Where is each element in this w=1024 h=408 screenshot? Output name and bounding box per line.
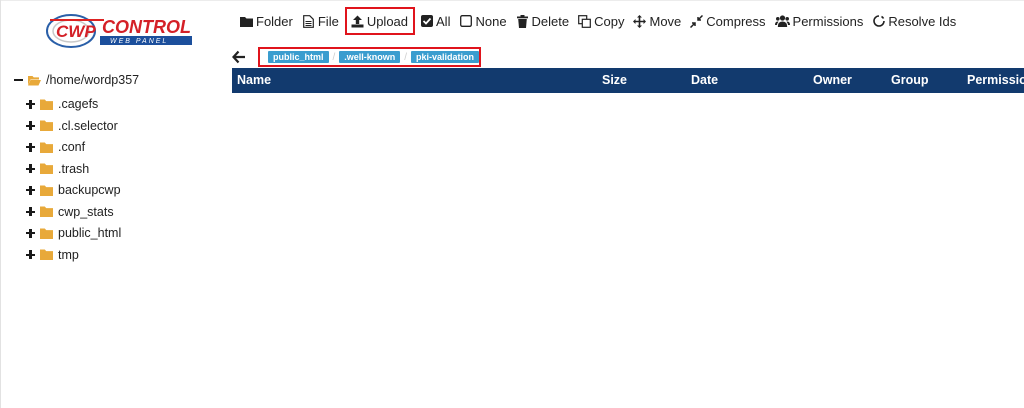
compress-icon <box>690 14 704 28</box>
users-icon <box>774 15 790 28</box>
upload-icon <box>351 15 364 28</box>
trash-icon <box>516 14 529 28</box>
tree-item-cwp-stats[interactable]: cwp_stats <box>26 202 114 222</box>
folder-icon <box>40 206 53 217</box>
folder-icon <box>40 163 53 174</box>
column-header-date[interactable]: Date <box>691 73 718 87</box>
delete-button[interactable]: Delete <box>512 9 575 33</box>
tree-item-public-html[interactable]: public_html <box>26 223 121 243</box>
folder-icon <box>40 185 53 196</box>
expand-plus-icon[interactable] <box>26 185 36 195</box>
column-header-group[interactable]: Group <box>891 73 929 87</box>
column-header-size[interactable]: Size <box>602 73 627 87</box>
circle-notch-icon <box>872 15 885 28</box>
tree-item-label: cwp_stats <box>58 204 114 219</box>
tree-item-tmp[interactable]: tmp <box>26 245 79 265</box>
logo-cwp-text: CWP <box>56 22 96 41</box>
folder-label: Folder <box>256 13 293 29</box>
folder-icon <box>40 228 53 239</box>
expand-plus-icon[interactable] <box>26 99 36 109</box>
delete-label: Delete <box>531 13 570 29</box>
permissions-label: Permissions <box>792 13 864 29</box>
move-label: Move <box>649 13 682 29</box>
cwp-logo: CWP CONTROL WEB PANEL <box>44 8 194 52</box>
column-header-name[interactable]: Name <box>237 73 271 87</box>
permissions-button[interactable]: Permissions <box>771 9 869 33</box>
tree-item-label: backupcwp <box>58 183 121 197</box>
file-table-header: Name Size Date Owner Group Permission <box>232 68 1024 93</box>
tree-item-cagefs[interactable]: .cagefs <box>26 94 98 114</box>
back-arrow-icon[interactable] <box>232 50 246 64</box>
breadcrumb: public_html / .well-known / pki-validati… <box>258 47 481 67</box>
copy-label: Copy <box>594 13 625 29</box>
none-label: None <box>475 13 507 29</box>
move-button[interactable]: Move <box>629 9 686 33</box>
select-none-button[interactable]: None <box>455 9 511 33</box>
frame-left-border <box>0 0 1 408</box>
frame-top-border <box>0 0 1024 1</box>
resolve-ids-button[interactable]: Resolve Ids <box>868 9 961 33</box>
tree-item-label: .trash <box>58 161 90 176</box>
copy-button[interactable]: Copy <box>574 9 629 33</box>
folder-open-icon <box>28 75 41 85</box>
empty-box-icon <box>459 15 472 28</box>
file-icon <box>302 14 315 28</box>
tree-item-cl-selector[interactable]: .cl.selector <box>26 116 118 136</box>
folder-icon <box>240 15 253 28</box>
copy-icon <box>578 14 592 28</box>
tree-item-conf[interactable]: .conf <box>26 137 85 157</box>
tree-item-label: .cl.selector <box>58 118 118 133</box>
breadcrumb-item-well-known[interactable]: .well-known <box>339 51 401 63</box>
file-toolbar: Folder File Upload All None Delete Copy … <box>236 7 961 35</box>
column-header-permission[interactable]: Permission <box>967 73 1024 87</box>
expand-plus-icon[interactable] <box>26 228 36 238</box>
folder-icon <box>40 99 53 110</box>
upload-button[interactable]: Upload <box>344 7 416 35</box>
upload-label: Upload <box>366 13 409 29</box>
compress-label: Compress <box>706 13 766 29</box>
breadcrumb-item-pki-validation[interactable]: pki-validation <box>410 51 479 63</box>
resolve-ids-label: Resolve Ids <box>888 13 957 29</box>
expand-plus-icon[interactable] <box>26 121 36 131</box>
folder-icon <box>40 120 53 131</box>
tree-item-label: public_html <box>58 226 122 240</box>
tree-root[interactable]: /home/wordp357 <box>14 70 139 90</box>
new-folder-button[interactable]: Folder <box>236 9 298 33</box>
all-label: All <box>436 13 451 29</box>
folder-icon <box>40 249 53 260</box>
folder-icon <box>40 142 53 153</box>
breadcrumb-separator: / <box>332 51 336 63</box>
collapse-minus-icon[interactable] <box>14 75 24 85</box>
select-all-button[interactable]: All <box>416 9 455 33</box>
breadcrumb-item-public-html[interactable]: public_html <box>268 51 329 63</box>
compress-button[interactable]: Compress <box>686 9 770 33</box>
checked-box-icon <box>420 15 433 28</box>
tree-item-backupcwp[interactable]: backupcwp <box>26 180 121 200</box>
column-header-owner[interactable]: Owner <box>813 73 852 87</box>
logo-webpanel-text: WEB PANEL <box>110 38 168 45</box>
new-file-button[interactable]: File <box>298 9 344 33</box>
logo-control-text: CONTROL <box>102 17 191 37</box>
breadcrumb-separator: / <box>404 51 407 63</box>
move-arrows-icon <box>633 14 647 28</box>
tree-item-label: .conf <box>58 140 86 154</box>
file-label: File <box>317 13 339 29</box>
tree-item-trash[interactable]: .trash <box>26 159 89 179</box>
tree-root-label: /home/wordp357 <box>46 73 140 87</box>
expand-plus-icon[interactable] <box>26 142 36 152</box>
expand-plus-icon[interactable] <box>26 207 36 217</box>
expand-plus-icon[interactable] <box>26 250 36 260</box>
tree-item-label: tmp <box>58 247 79 262</box>
tree-item-label: .cagefs <box>58 97 99 111</box>
expand-plus-icon[interactable] <box>26 164 36 174</box>
